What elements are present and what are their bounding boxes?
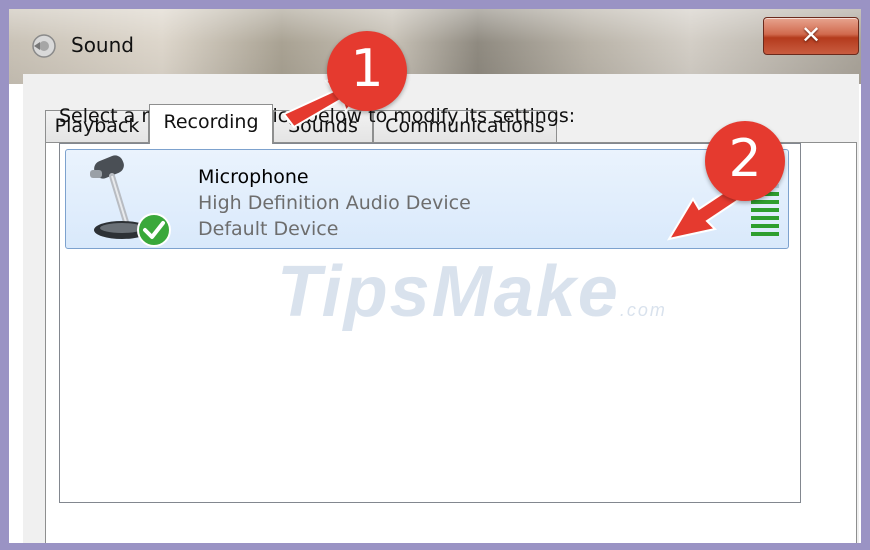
level-meter-bar xyxy=(751,200,779,204)
level-meter-bar xyxy=(751,176,779,180)
green-check-icon xyxy=(137,213,171,247)
close-icon: ✕ xyxy=(800,21,822,49)
level-meter-bar xyxy=(751,216,779,220)
speaker-icon xyxy=(32,34,56,58)
level-meter-bar xyxy=(751,208,779,212)
sound-dialog: Sound ✕ Playback Recording Sounds Commun… xyxy=(9,9,861,543)
level-meter-bar xyxy=(751,192,779,196)
device-name: Microphone xyxy=(198,166,309,188)
level-meter-bar xyxy=(751,160,779,164)
recording-device-list[interactable]: Microphone High Definition Audio Device … xyxy=(59,143,801,503)
device-status: Default Device xyxy=(198,218,339,240)
level-meter-bar xyxy=(751,232,779,236)
close-button[interactable]: ✕ xyxy=(763,17,859,55)
level-meter xyxy=(751,160,779,242)
window-title: Sound xyxy=(71,33,134,57)
title-bar[interactable]: Sound ✕ xyxy=(9,9,861,84)
level-meter-bar xyxy=(751,168,779,172)
device-item-microphone[interactable]: Microphone High Definition Audio Device … xyxy=(65,149,789,249)
device-description: High Definition Audio Device xyxy=(198,192,471,214)
tab-recording[interactable]: Recording xyxy=(149,104,273,144)
level-meter-bar xyxy=(751,224,779,228)
level-meter-bar xyxy=(751,184,779,188)
instruction-text: Select a recording device below to modif… xyxy=(59,105,576,127)
